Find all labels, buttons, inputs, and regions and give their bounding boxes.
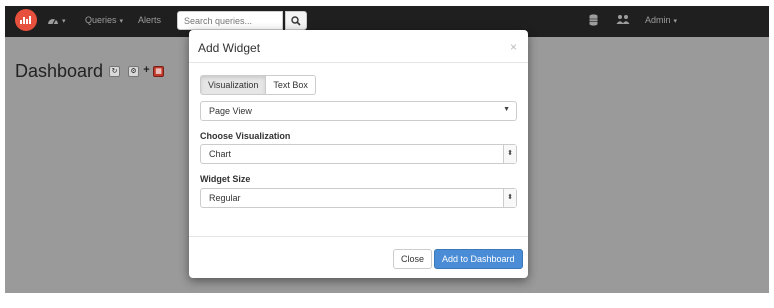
visualization-select[interactable]: Chart ⬍: [200, 144, 517, 164]
refresh-icon[interactable]: ↻: [109, 66, 120, 77]
trash-icon[interactable]: ▦: [153, 66, 164, 77]
tab-visualization[interactable]: Visualization: [200, 75, 267, 95]
close-button[interactable]: Close: [393, 249, 433, 269]
chevron-down-icon: ▾: [119, 18, 124, 25]
search-input[interactable]: [177, 11, 283, 30]
tab-text-box[interactable]: Text Box: [266, 75, 316, 95]
dialog-title: Add Widget: [198, 41, 261, 55]
app-window: ▾ Queries ▾ Alerts Search queries... Adm…: [5, 6, 769, 293]
user-menu[interactable]: Admin ▾: [645, 15, 677, 25]
alerts-link[interactable]: Alerts: [138, 15, 161, 25]
query-select[interactable]: Page View ▼: [200, 101, 517, 121]
page-title: Dashboard: [15, 61, 104, 81]
dialog-footer: Close Add to Dashboard: [189, 236, 528, 278]
alerts-link-label: Alerts: [138, 15, 162, 25]
users-icon: [616, 15, 630, 24]
logo-bars-icon: [20, 16, 32, 24]
users-link[interactable]: [616, 14, 630, 28]
gear-icon[interactable]: ⚙: [128, 66, 139, 77]
widget-type-tabs: Visualization Text Box: [200, 75, 316, 95]
search-button[interactable]: [285, 11, 307, 30]
add-to-dashboard-button[interactable]: Add to Dashboard: [434, 249, 523, 269]
query-select-value: Page View: [209, 106, 252, 116]
close-icon[interactable]: ×: [510, 40, 517, 54]
search-icon: [291, 15, 301, 26]
tachometer-icon: [48, 19, 58, 25]
dialog-header: Add Widget ×: [189, 30, 528, 63]
add-widget-dialog: Add Widget × Visualization Text Box Page…: [189, 30, 528, 278]
user-menu-label: Admin: [645, 15, 671, 25]
select-arrows-icon: ⬍: [503, 145, 516, 163]
add-widget-icon[interactable]: +: [141, 65, 152, 77]
queries-menu[interactable]: Queries ▾: [85, 15, 123, 25]
chevron-down-icon: ▾: [673, 18, 678, 25]
app-logo[interactable]: [15, 9, 37, 31]
dashboards-menu[interactable]: ▾: [47, 15, 66, 25]
widget-size-select[interactable]: Regular ⬍: [200, 188, 517, 208]
data-sources-link[interactable]: [589, 14, 598, 28]
database-icon: [589, 14, 598, 26]
caret-down-icon: ▼: [503, 106, 510, 113]
queries-menu-label: Queries: [85, 15, 117, 25]
chevron-down-icon: ▾: [62, 18, 66, 25]
visualization-select-value: Chart: [209, 149, 232, 159]
select-arrows-icon: ⬍: [503, 189, 516, 207]
widget-size-label: Widget Size: [200, 174, 251, 184]
visualization-label: Choose Visualization: [200, 131, 291, 141]
widget-size-select-value: Regular: [209, 193, 241, 203]
